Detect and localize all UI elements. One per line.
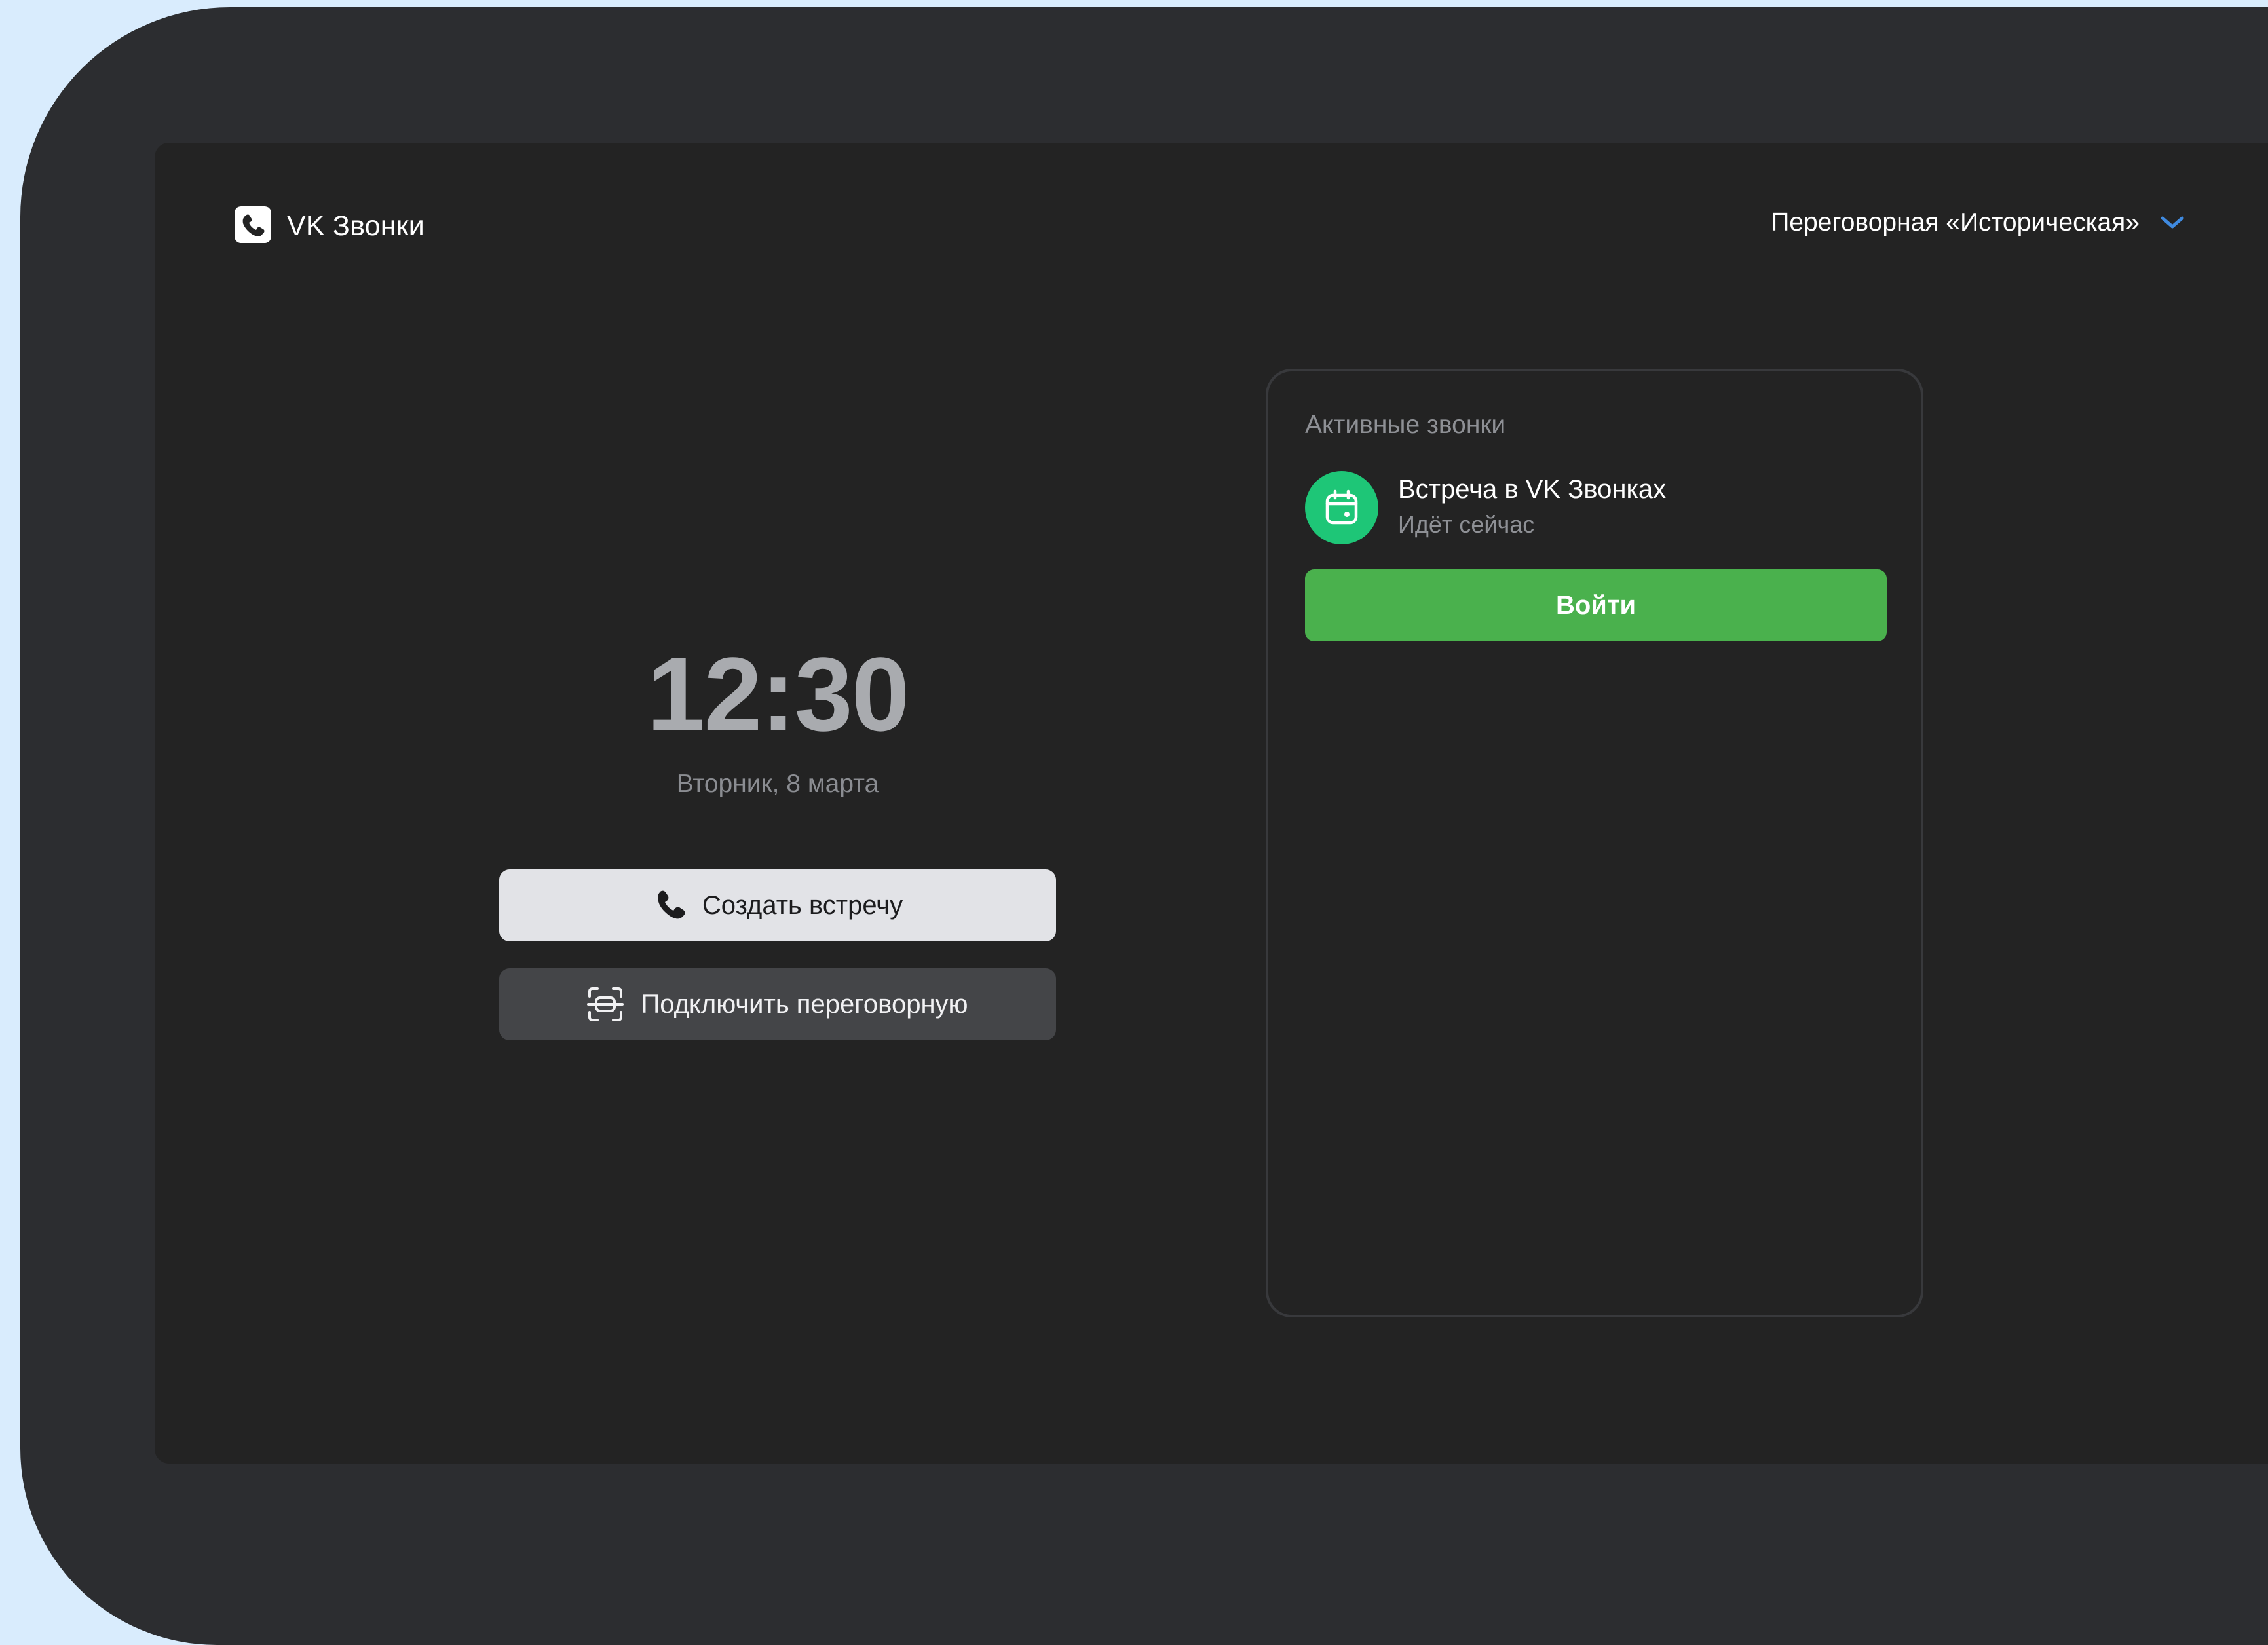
- create-meeting-button[interactable]: Создать встречу: [499, 869, 1056, 941]
- app-logo: VK Звонки: [233, 205, 425, 247]
- phone-icon: [657, 890, 685, 919]
- connect-room-button[interactable]: Подключить переговорную: [499, 968, 1056, 1040]
- chevron-down-icon: [2161, 216, 2184, 229]
- call-status: Идёт сейчас: [1398, 511, 1535, 538]
- create-meeting-label: Создать встречу: [702, 890, 903, 920]
- join-call-button[interactable]: Войти: [1305, 569, 1887, 641]
- phone-bubble-icon: [235, 206, 271, 243]
- room-selector-label: Переговорная «Историческая»: [1771, 208, 2140, 236]
- active-calls-title: Активные звонки: [1305, 411, 1506, 439]
- scan-room-icon: [587, 987, 624, 1021]
- calendar-icon: [1325, 489, 1358, 525]
- app-screen: [155, 143, 2268, 1464]
- call-title: Встреча в VK Звонках: [1398, 475, 1667, 504]
- room-selector[interactable]: Переговорная «Историческая»: [1771, 208, 2185, 237]
- app-name: VK Звонки: [287, 210, 425, 242]
- clock-time: 12:30: [647, 635, 909, 753]
- clock-date: Вторник, 8 марта: [676, 770, 879, 798]
- active-calls-panel: Активные звонки Встреча в VK Звонках Идё…: [1266, 369, 1923, 1317]
- call-avatar: [1305, 471, 1378, 544]
- connect-room-label: Подключить переговорную: [641, 989, 968, 1019]
